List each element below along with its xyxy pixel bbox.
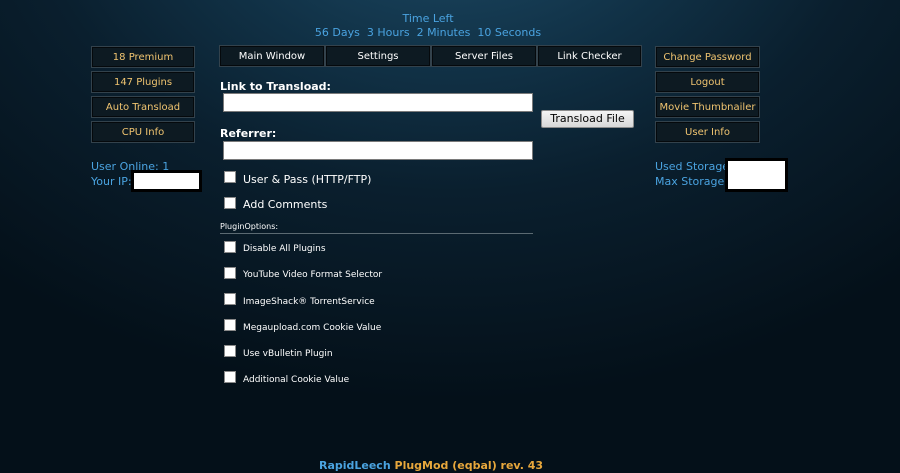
disable-all-plugins-checkbox[interactable]: [224, 241, 236, 253]
link-input[interactable]: [223, 93, 533, 112]
movie-thumbnailer-button[interactable]: Movie Thumbnailer: [655, 96, 760, 118]
megaupload-cookie-checkbox[interactable]: [224, 319, 236, 331]
cpu-info-button[interactable]: CPU Info: [91, 121, 195, 143]
ip-redaction-box: [131, 170, 202, 192]
plugins-button[interactable]: 147 Plugins: [91, 71, 195, 93]
auto-transload-button[interactable]: Auto Transload: [91, 96, 195, 118]
tab-link-checker[interactable]: Link Checker: [537, 45, 642, 67]
transload-file-button[interactable]: Transload File: [541, 110, 634, 128]
time-left-value: 56 Days 3 Hours 2 Minutes 10 Seconds: [314, 26, 542, 39]
add-comments-label: Add Comments: [243, 198, 328, 211]
time-left-block: Time Left 56 Days 3 Hours 2 Minutes 10 S…: [0, 12, 856, 40]
youtube-format-selector-checkbox[interactable]: [224, 267, 236, 279]
add-comments-checkbox[interactable]: [224, 197, 236, 209]
additional-cookie-label: Additional Cookie Value: [243, 375, 350, 385]
vbulletin-plugin-checkbox[interactable]: [224, 345, 236, 357]
imageshack-torrent-checkbox[interactable]: [224, 293, 236, 305]
plugin-options-divider: [220, 233, 533, 234]
footer: RapidLeech PlugMod (eqbal) rev. 43: [0, 459, 862, 472]
referrer-label: Referrer:: [220, 127, 277, 140]
imageshack-torrent-label: ImageShack® TorrentService: [243, 297, 375, 307]
user-pass-checkbox[interactable]: [224, 171, 236, 183]
tab-main-window[interactable]: Main Window: [219, 45, 325, 67]
vbulletin-plugin-label: Use vBulletin Plugin: [243, 349, 333, 359]
tab-server-files[interactable]: Server Files: [431, 45, 537, 67]
footer-app-name: RapidLeech: [318, 459, 391, 472]
megaupload-cookie-label: Megaupload.com Cookie Value: [243, 323, 382, 333]
your-ip-label: Your IP:: [91, 175, 132, 188]
tab-settings[interactable]: Settings: [325, 45, 431, 67]
footer-mod-version: PlugMod (eqbal) rev. 43: [394, 459, 544, 472]
used-storage-label: Used Storage: [655, 160, 730, 173]
change-password-button[interactable]: Change Password: [655, 46, 760, 68]
logout-button[interactable]: Logout: [655, 71, 760, 93]
user-info-button[interactable]: User Info: [655, 121, 760, 143]
max-storage-label: Max Storage :: [655, 175, 732, 188]
plugin-options-label: PluginOptions:: [220, 222, 279, 231]
premium-accounts-button[interactable]: 18 Premium Accounts: [91, 46, 195, 85]
referrer-input[interactable]: [223, 141, 533, 160]
link-to-transload-label: Link to Transload:: [220, 80, 331, 93]
disable-all-plugins-label: Disable All Plugins: [243, 244, 326, 254]
storage-redaction-box: [725, 158, 788, 192]
youtube-format-selector-label: YouTube Video Format Selector: [243, 270, 383, 280]
additional-cookie-checkbox[interactable]: [224, 371, 236, 383]
user-pass-label: User & Pass (HTTP/FTP): [243, 173, 372, 186]
time-left-title: Time Left: [402, 12, 454, 25]
